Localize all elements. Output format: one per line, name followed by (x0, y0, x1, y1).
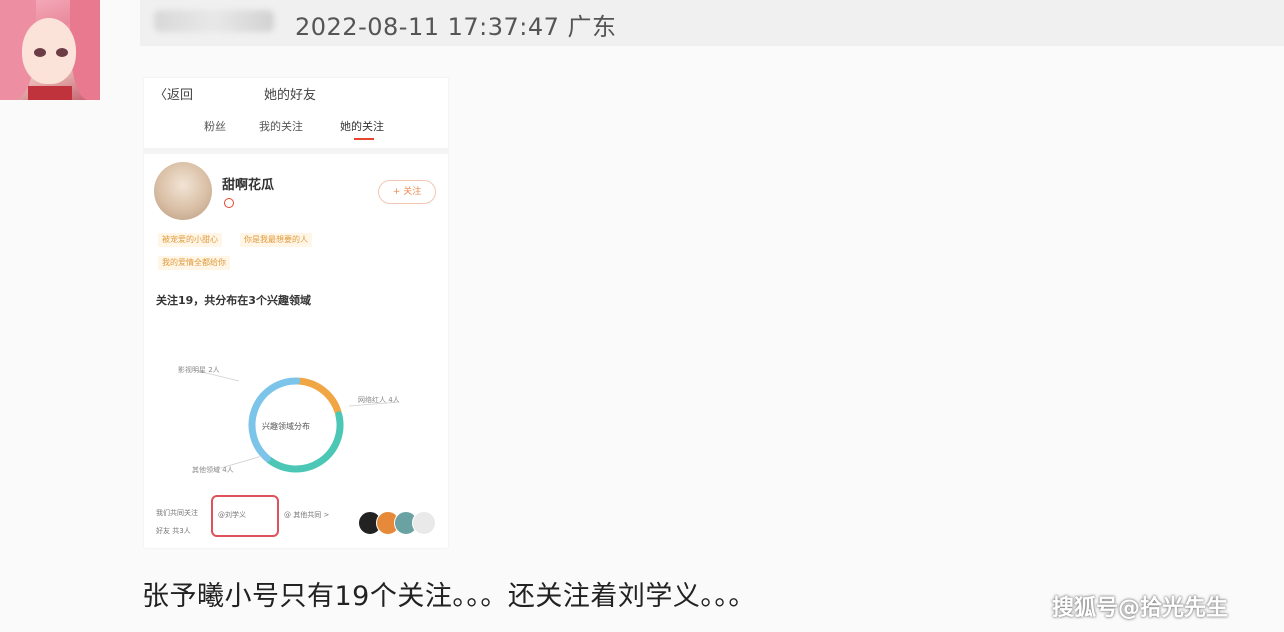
post-meta: 2022-08-11 17:37:47 广东 (295, 7, 617, 42)
blurred-username (154, 10, 274, 32)
segment-label: 影视明星 2人 (178, 366, 220, 374)
avatar-eye-right (56, 48, 68, 57)
tab-her-follows[interactable]: 她的关注 (340, 118, 384, 134)
embedded-screenshot[interactable]: 〈返回 她的好友 粉丝 我的关注 她的关注 甜啊花瓜 + 关注 被宠爱的小甜心 … (144, 78, 448, 548)
segment-label: 网络红人 4人 (358, 396, 400, 404)
common-friends-count: 好友 共3人 (156, 527, 191, 535)
profile-tag: 你是我最想要的人 (240, 233, 312, 247)
follow-summary: 关注19，共分布在3个兴趣领域 (156, 294, 311, 307)
segment-label: 其他领域 4人 (192, 466, 234, 474)
other-common-link[interactable]: @ 其他共同 > (284, 510, 329, 520)
post-location: 广东 (567, 13, 617, 41)
watermark: 搜狐号@拾光先生 (1052, 596, 1229, 621)
screenshot-title: 她的好友 (264, 88, 317, 103)
common-follows-label: 我们共同关注 (156, 509, 198, 517)
donut-center-label: 兴趣领域分布 (262, 422, 310, 431)
profile-name: 甜啊花瓜 (222, 178, 275, 193)
avatar-collar (28, 86, 72, 100)
friend-avatar[interactable] (412, 511, 436, 535)
tab-my-follows[interactable]: 我的关注 (259, 118, 303, 134)
profile-avatar[interactable] (154, 162, 212, 220)
screenshot-navbar: 〈返回 她的好友 (144, 78, 448, 108)
boxed-username[interactable]: @刘学义 (218, 510, 246, 520)
post-caption: 张予曦小号只有19个关注。。。还关注着刘学义。。。 (142, 581, 756, 612)
tab-fans[interactable]: 粉丝 (204, 118, 226, 134)
post-header: 2022-08-11 17:37:47 广东 (140, 0, 1284, 46)
interest-donut-chart: 影视明星 2人 网络红人 4人 其他领域 4人 兴趣领域分布 (144, 348, 448, 498)
user-avatar[interactable] (0, 0, 100, 100)
avatar-eye-left (34, 48, 46, 57)
donut-segment-3 (248, 377, 301, 462)
follow-button[interactable]: + 关注 (378, 180, 436, 204)
back-button[interactable]: 〈返回 (154, 84, 193, 103)
screenshot-tabs: 粉丝 我的关注 她的关注 (144, 116, 448, 146)
active-tab-indicator (354, 138, 374, 140)
profile-tag: 我的爱情全都给你 (158, 256, 230, 270)
divider-band (144, 148, 448, 154)
post-timestamp: 2022-08-11 17:37:47 (295, 13, 560, 41)
gender-icon (224, 198, 234, 208)
profile-tag: 被宠爱的小甜心 (158, 233, 222, 247)
donut-segment-1 (296, 377, 342, 416)
